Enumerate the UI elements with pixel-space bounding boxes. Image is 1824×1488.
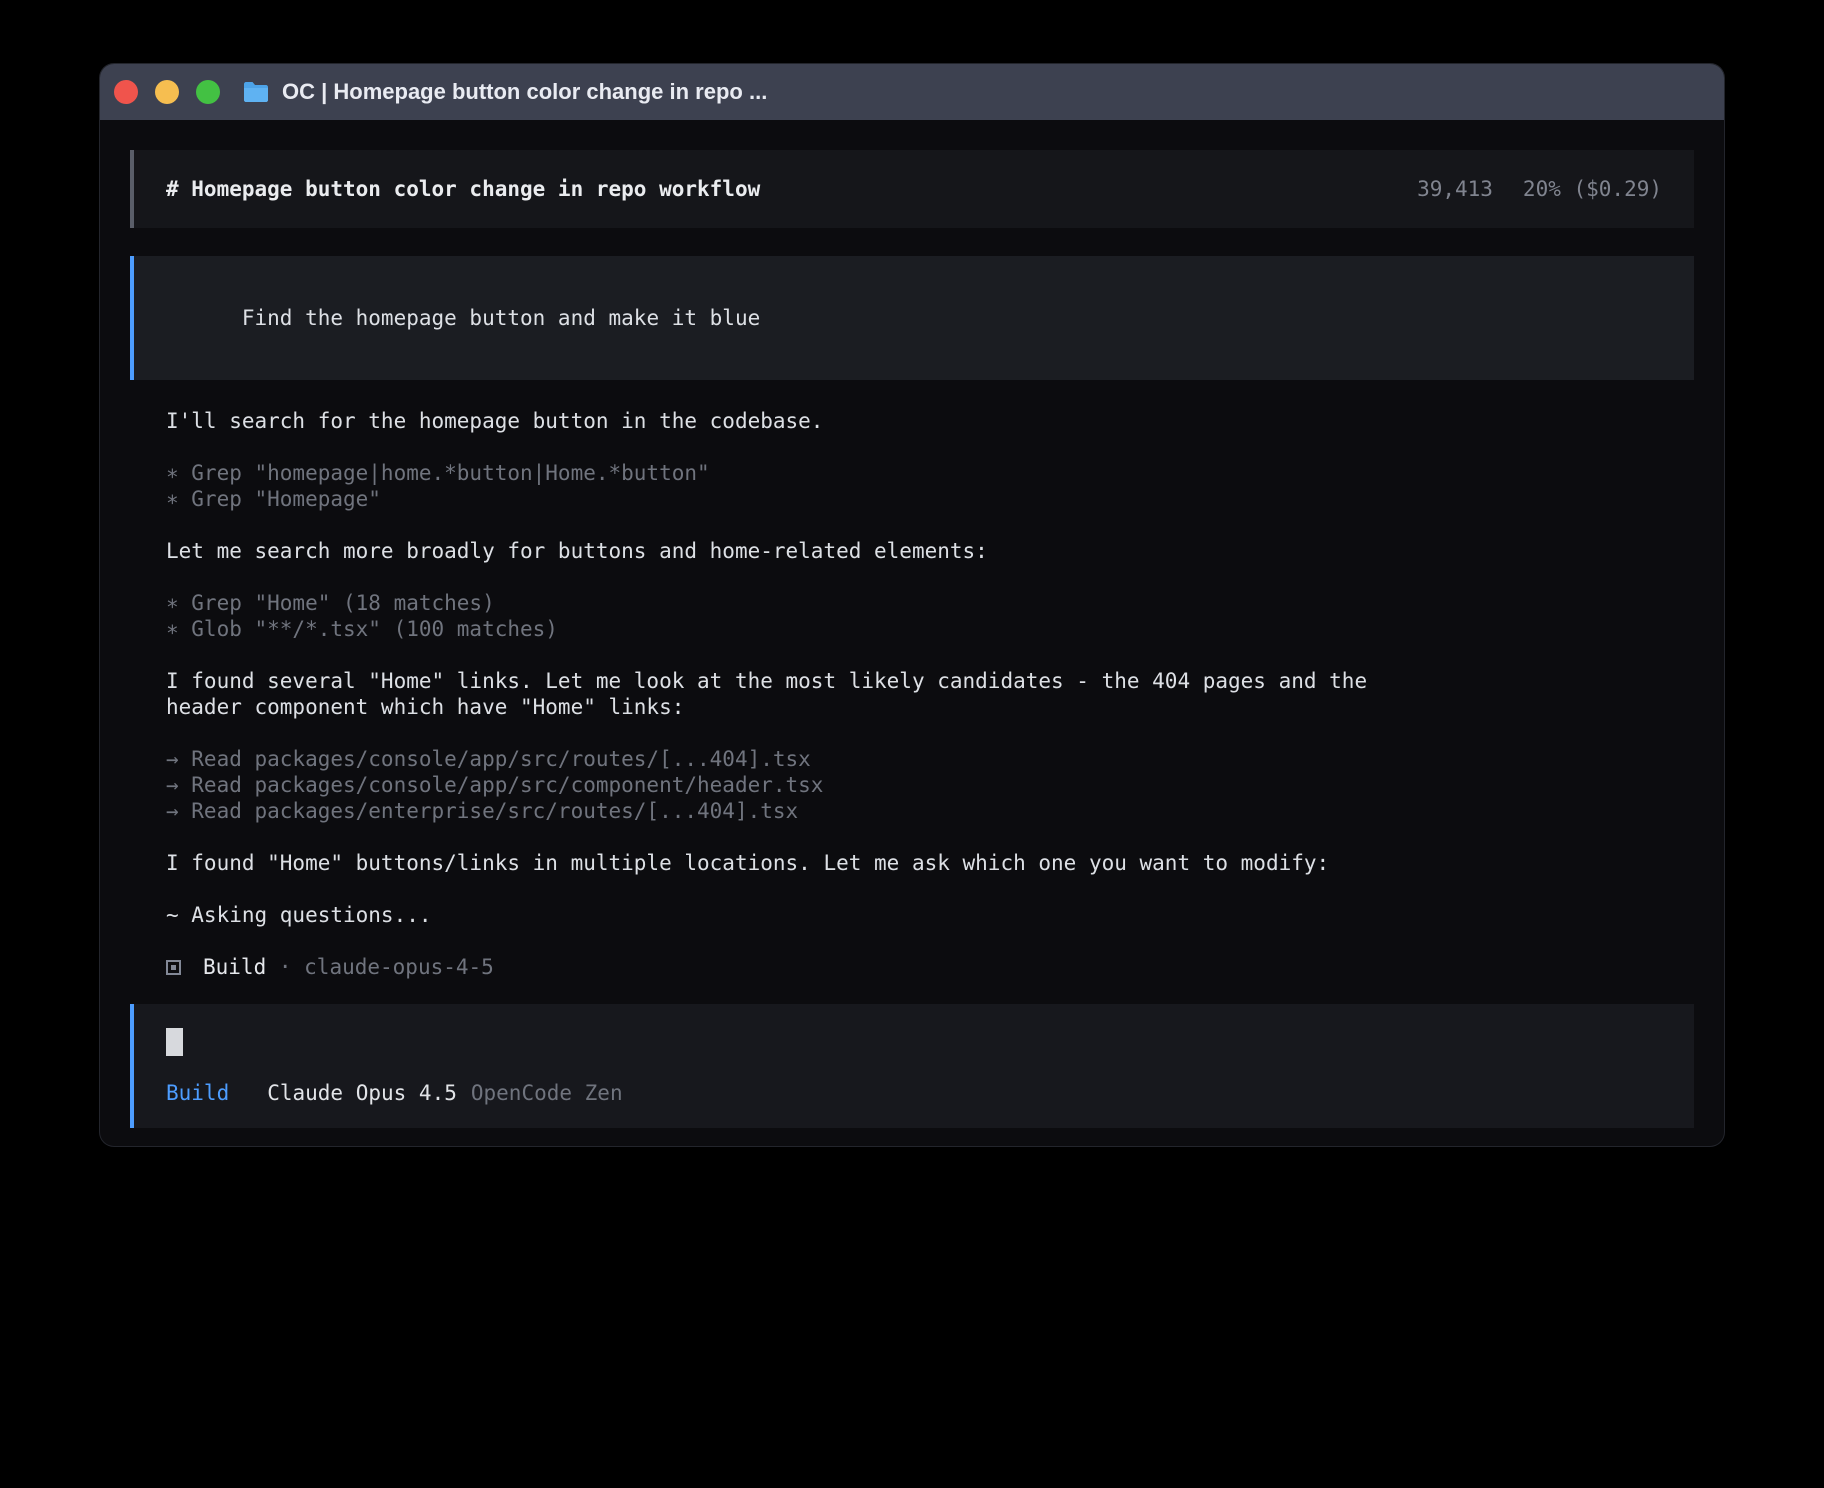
shortcut-key: tab (1343, 1144, 1381, 1146)
agent-name: Build (203, 954, 266, 980)
tool-call-line: ∗ Grep "Home" (18 matches) (166, 590, 1694, 616)
transcript-gap (166, 642, 1694, 668)
tool-call-line: ∗ Grep "homepage|home.*button|Home.*butt… (166, 460, 1694, 486)
shortcut-agents: tab agents (1343, 1144, 1470, 1146)
statusbar: ········ esc interrupt ctrl+t variants tab… (130, 1144, 1694, 1146)
session-meta: 39,413 20% ($0.29) (1417, 176, 1662, 202)
terminal-content: # Homepage button color change in repo w… (100, 120, 1724, 1146)
folder-icon (242, 80, 270, 104)
tool-call-line: ∗ Glob "**/*.tsx" (100 matches) (166, 616, 1694, 642)
transcript-gap (166, 564, 1694, 590)
tool-call-line: → Read packages/console/app/src/routes/[… (166, 746, 1694, 772)
shortcut-label: variants (1208, 1144, 1309, 1146)
window-titlebar: OC | Homepage button color change in rep… (100, 64, 1724, 120)
agent-status-row: Build · claude-opus-4-5 (166, 954, 1694, 980)
context-percent-cost: 20% ($0.29) (1523, 176, 1662, 202)
terminal-window: OC | Homepage button color change in rep… (100, 64, 1724, 1146)
shortcut-key: ctrl+t (1119, 1144, 1195, 1146)
shortcut-label: agents (1394, 1144, 1470, 1146)
assistant-text-line: Let me search more broadly for buttons a… (166, 538, 1694, 564)
transcript: I'll search for the homepage button in t… (130, 408, 1694, 980)
session-header: # Homepage button color change in repo w… (130, 150, 1694, 228)
input-meta: Build Claude Opus 4.5 OpenCode Zen (166, 1080, 1662, 1106)
transcript-gap (166, 876, 1694, 902)
assistant-text-line: I found several "Home" links. Let me loo… (166, 668, 1694, 694)
working-dots-indicator: ········ (130, 1144, 303, 1146)
prompt-input[interactable]: Build Claude Opus 4.5 OpenCode Zen (130, 1004, 1694, 1128)
transcript-gap (166, 434, 1694, 460)
minimize-window-button[interactable] (155, 80, 179, 104)
model-label: Claude Opus 4.5 (267, 1080, 457, 1106)
close-window-button[interactable] (114, 80, 138, 104)
shortcut-commands: ctrl+p commands (1504, 1144, 1694, 1146)
tool-call-line: → Read packages/enterprise/src/routes/[.… (166, 798, 1694, 824)
agent-separator: · (266, 954, 304, 980)
provider-label: OpenCode Zen (471, 1080, 623, 1106)
agent-mode-label: Build (166, 1080, 229, 1106)
assistant-text-line: header component which have "Home" links… (166, 694, 1694, 720)
transcript-gap (166, 928, 1694, 954)
traffic-lights (114, 80, 220, 104)
shortcut-label: commands (1593, 1144, 1694, 1146)
assistant-text-line: ~ Asking questions... (166, 902, 1694, 928)
shortcut-variants: ctrl+t variants (1119, 1144, 1309, 1146)
transcript-gap (166, 720, 1694, 746)
window-title-text: OC | Homepage button color change in rep… (282, 79, 767, 105)
agent-model: claude-opus-4-5 (304, 954, 494, 980)
transcript-gap (166, 512, 1694, 538)
assistant-text-line: I'll search for the homepage button in t… (166, 408, 1694, 434)
transcript-gap (166, 824, 1694, 850)
assistant-text-line: I found "Home" buttons/links in multiple… (166, 850, 1694, 876)
window-title: OC | Homepage button color change in rep… (242, 79, 767, 105)
agent-icon (166, 960, 181, 975)
user-message-text: Find the homepage button and make it blu… (242, 306, 760, 330)
interrupt-hint: esc interrupt (303, 1144, 514, 1146)
user-message: Find the homepage button and make it blu… (130, 256, 1694, 380)
tool-call-line: → Read packages/console/app/src/componen… (166, 772, 1694, 798)
text-cursor (166, 1028, 183, 1056)
shortcut-key: ctrl+p (1504, 1144, 1580, 1146)
zoom-window-button[interactable] (196, 80, 220, 104)
session-title: # Homepage button color change in repo w… (166, 176, 760, 202)
tool-call-line: ∗ Grep "Homepage" (166, 486, 1694, 512)
token-count: 39,413 (1417, 176, 1493, 202)
interrupt-label: interrupt (400, 1144, 514, 1146)
esc-key-label: esc (349, 1144, 387, 1146)
statusbar-shortcuts: ctrl+t variants tab agents ctrl+p commands (1119, 1144, 1694, 1146)
